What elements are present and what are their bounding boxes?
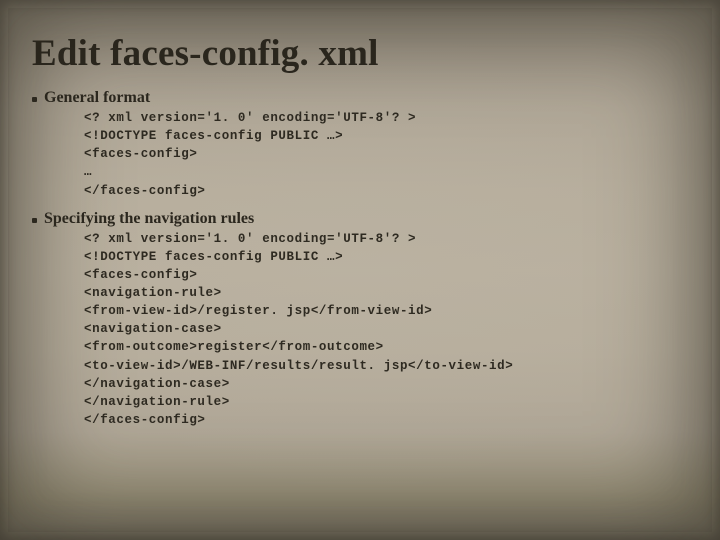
code-line: <from-view-id>/register. jsp</from-view-… (84, 302, 690, 320)
slide: Edit faces-config. xml General format <?… (0, 0, 720, 429)
bullet-heading: Specifying the navigation rules (44, 210, 254, 228)
code-line: </faces-config> (84, 182, 690, 200)
code-line: <to-view-id>/WEB-INF/results/result. jsp… (84, 357, 690, 375)
bullet-row-navigation-rules: Specifying the navigation rules (32, 210, 690, 228)
code-line: <!DOCTYPE faces-config PUBLIC …> (84, 248, 690, 266)
bullet-icon (32, 218, 37, 223)
page-title: Edit faces-config. xml (32, 32, 690, 75)
code-line: </navigation-rule> (84, 393, 690, 411)
code-line: <!DOCTYPE faces-config PUBLIC …> (84, 127, 690, 145)
code-line: <? xml version='1. 0' encoding='UTF-8'? … (84, 230, 690, 248)
code-line: <navigation-case> (84, 320, 690, 338)
code-line: </faces-config> (84, 411, 690, 429)
code-line: <faces-config> (84, 266, 690, 284)
code-line: </navigation-case> (84, 375, 690, 393)
bullet-heading: General format (44, 89, 150, 107)
bullet-icon (32, 97, 37, 102)
code-block-navigation-rules: <? xml version='1. 0' encoding='UTF-8'? … (84, 230, 690, 429)
code-block-general-format: <? xml version='1. 0' encoding='UTF-8'? … (84, 109, 690, 200)
code-line: <? xml version='1. 0' encoding='UTF-8'? … (84, 109, 690, 127)
bullet-row-general-format: General format (32, 89, 690, 107)
code-line: … (84, 163, 690, 181)
code-line: <navigation-rule> (84, 284, 690, 302)
code-line: <faces-config> (84, 145, 690, 163)
code-line: <from-outcome>register</from-outcome> (84, 338, 690, 356)
